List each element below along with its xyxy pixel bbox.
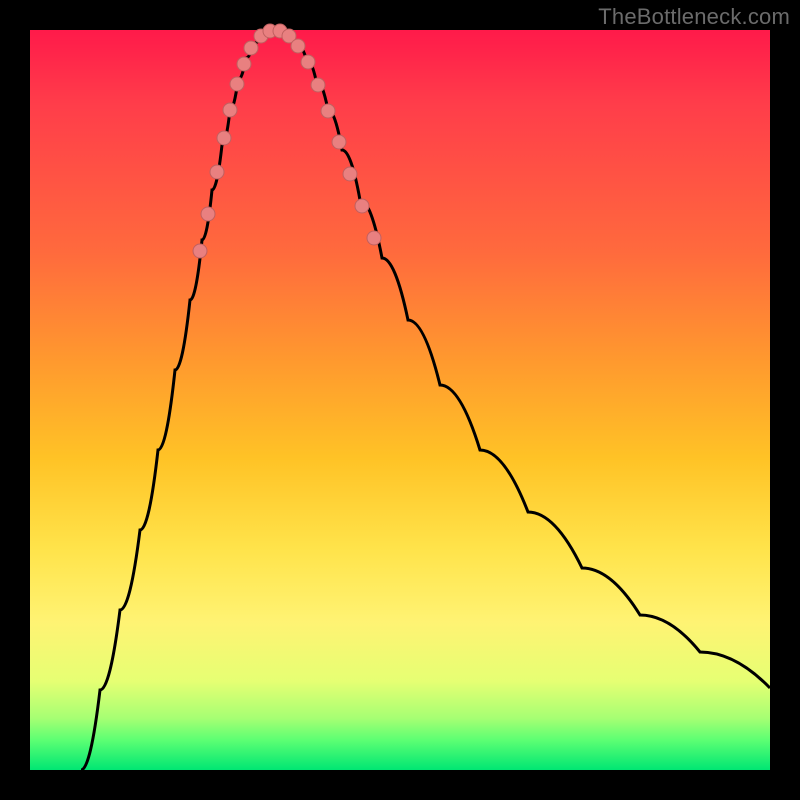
data-dot: [193, 244, 207, 258]
watermark-text: TheBottleneck.com: [598, 4, 790, 30]
data-dot: [210, 165, 224, 179]
data-dot: [367, 231, 381, 245]
chart-frame: TheBottleneck.com: [0, 0, 800, 800]
data-dot: [230, 77, 244, 91]
data-dot: [201, 207, 215, 221]
data-dot: [355, 199, 369, 213]
data-dot: [223, 103, 237, 117]
data-dot: [301, 55, 315, 69]
data-dot: [343, 167, 357, 181]
data-dots: [193, 24, 381, 258]
curve-left: [81, 30, 274, 770]
data-dot: [311, 78, 325, 92]
data-dot: [332, 135, 346, 149]
curve-right: [274, 30, 770, 688]
chart-overlay: [30, 30, 770, 770]
data-dot: [217, 131, 231, 145]
data-dot: [321, 104, 335, 118]
data-dot: [244, 41, 258, 55]
data-dot: [291, 39, 305, 53]
data-dot: [237, 57, 251, 71]
